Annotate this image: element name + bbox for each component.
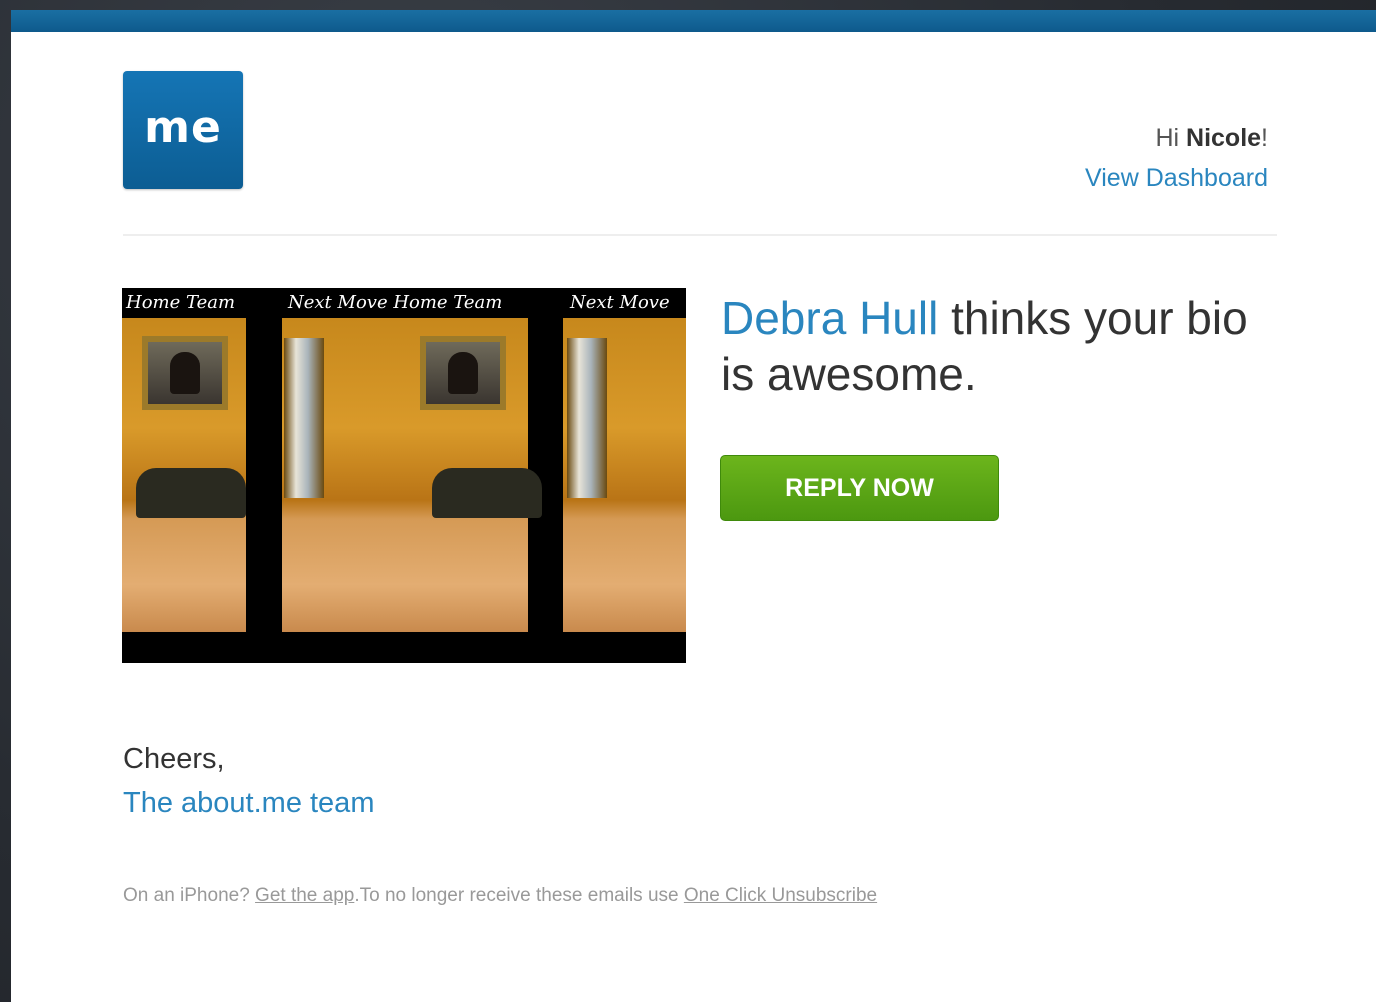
greeting-name: Nicole (1186, 124, 1262, 152)
email-footer: On an iPhone? Get the app.To no longer r… (123, 885, 877, 907)
get-the-app-link[interactable]: Get the app (255, 885, 354, 906)
closing-text: Cheers, (123, 743, 225, 775)
header-divider (123, 234, 1277, 236)
image-label-3: Next Move (570, 292, 670, 313)
profile-background-image[interactable]: Home Team Next Move Home Team Next Move (122, 288, 686, 663)
greeting-prefix: Hi (1155, 124, 1187, 152)
footer-unsubscribe-text: .To no longer receive these emails use (354, 885, 684, 906)
logo-text: me (144, 101, 222, 153)
image-panel-2 (282, 318, 542, 632)
about-me-logo[interactable]: me (123, 71, 243, 189)
image-label-1: Home Team (126, 292, 236, 313)
sofa (136, 468, 246, 518)
greeting: Hi Nicole! (1155, 124, 1268, 153)
window-door (567, 338, 607, 498)
window-door (284, 338, 324, 498)
image-panel-1 (122, 318, 246, 632)
footer-iphone-text: On an iPhone? (123, 885, 256, 906)
brand-top-bar (11, 10, 1376, 32)
reply-now-button[interactable]: REPLY NOW (720, 455, 999, 521)
image-panel-3 (563, 318, 686, 632)
about-me-team-link[interactable]: The about.me team (123, 787, 374, 820)
greeting-suffix: ! (1261, 124, 1268, 152)
window-background: me Hi Nicole! View Dashboard Home Team N… (0, 0, 1376, 1002)
notification-headline: Debra Hull thinks your bio is awesome. (721, 290, 1291, 402)
portrait-frame (142, 336, 228, 410)
image-label-2: Next Move Home Team (288, 292, 503, 313)
sofa (432, 468, 542, 518)
unsubscribe-link[interactable]: One Click Unsubscribe (684, 885, 877, 906)
view-dashboard-link[interactable]: View Dashboard (1085, 164, 1268, 193)
portrait-frame (420, 336, 506, 410)
sender-name-link[interactable]: Debra Hull (721, 292, 938, 344)
email-body: me Hi Nicole! View Dashboard Home Team N… (11, 10, 1376, 1002)
